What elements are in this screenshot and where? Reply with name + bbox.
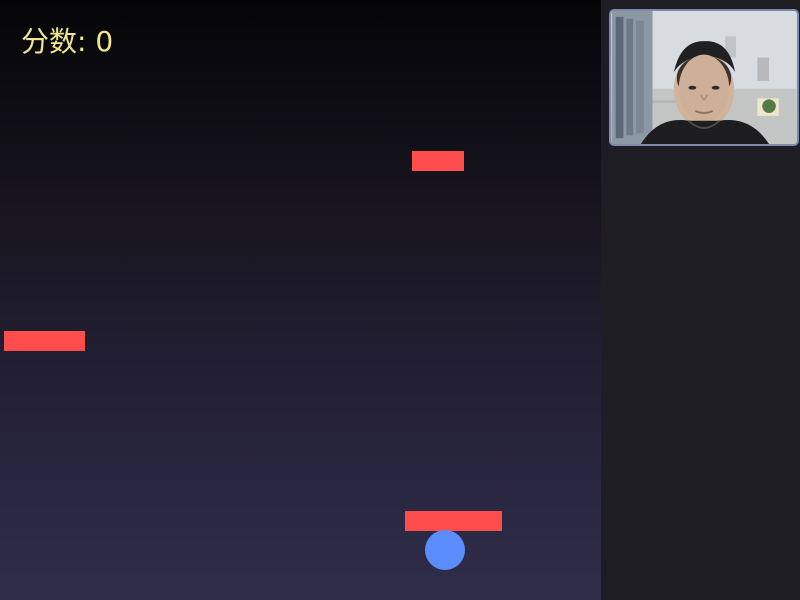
platform-bottom (405, 511, 502, 531)
platform-middle-left (4, 331, 85, 351)
score-display: 分数: 0 (21, 25, 114, 58)
player-ball (425, 530, 465, 570)
game-canvas[interactable]: 分数: 0 (0, 0, 601, 600)
webcam-preview (609, 9, 799, 146)
game-app: 分数: 0 (0, 0, 800, 600)
webcam-image (611, 11, 797, 144)
platform-top (412, 151, 464, 171)
